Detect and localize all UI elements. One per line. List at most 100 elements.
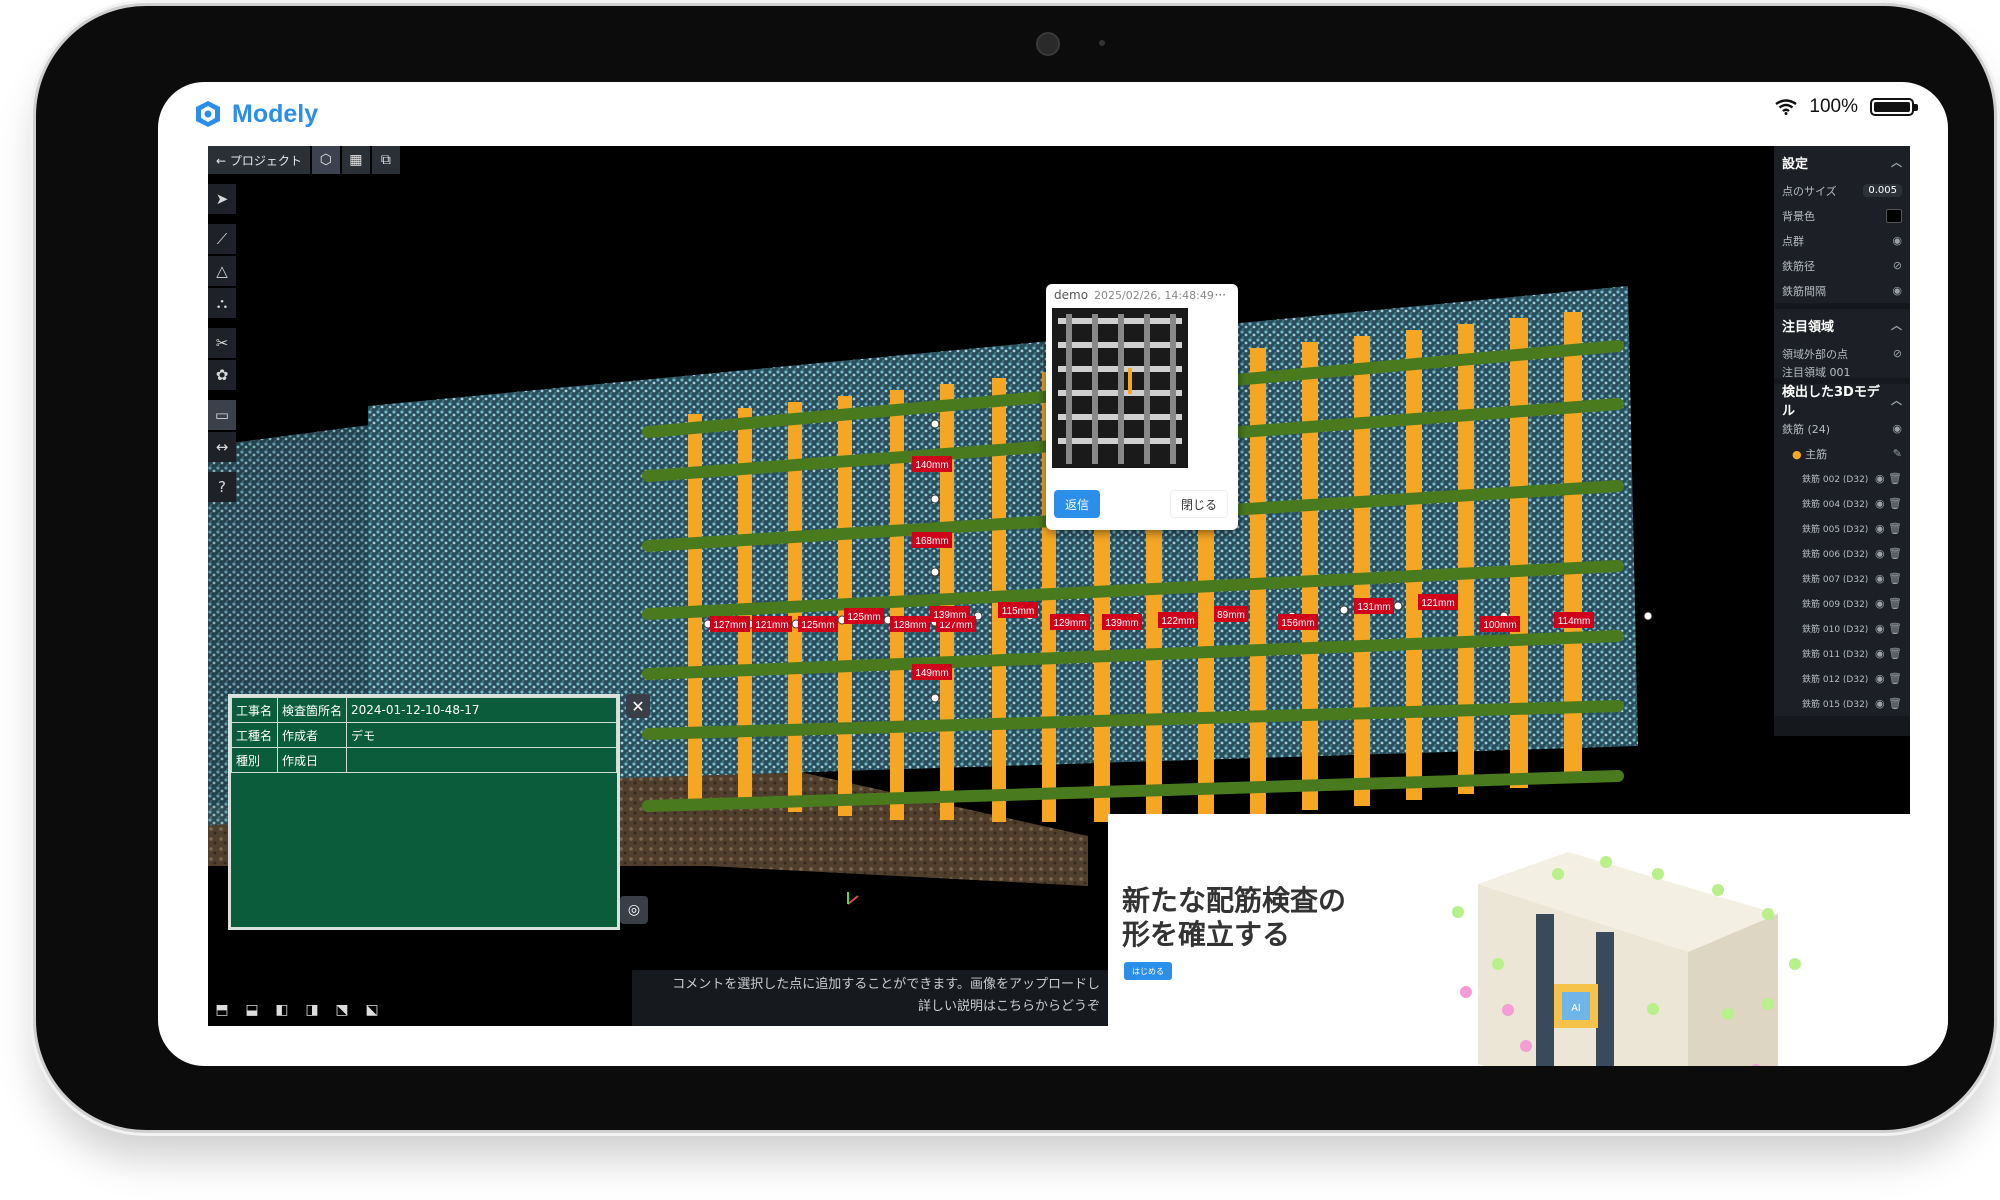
eye-icon[interactable]: ◉ 🗑 bbox=[1875, 522, 1902, 535]
svg-text:140mm: 140mm bbox=[915, 460, 948, 471]
eye-icon[interactable]: ◉ 🗑 bbox=[1875, 622, 1902, 635]
eye-icon[interactable]: ◉ 🗑 bbox=[1875, 472, 1902, 485]
view-right-icon[interactable]: ◨ bbox=[300, 998, 324, 1022]
close-blackboard-button[interactable]: ✕ bbox=[626, 694, 650, 718]
eye-icon[interactable]: ◉ 🗑 bbox=[1875, 597, 1902, 610]
rebar-spacing-row: 鉄筋間隔 ◉ bbox=[1774, 278, 1910, 303]
measure-label-h12: 156mm bbox=[1278, 614, 1318, 630]
collapse-icon[interactable]: ︿ bbox=[1891, 154, 1902, 170]
eye-icon[interactable]: ◉ 🗑 bbox=[1875, 547, 1902, 560]
promo-banner: 新たな配筋検査の 形を確立する はじめる AI bbox=[1108, 814, 1948, 1066]
eye-off-icon[interactable]: ⊘ bbox=[1893, 347, 1902, 360]
measure-label-h2: 125mm bbox=[798, 616, 838, 632]
model-item[interactable]: 鉄筋 004 (D32) ◉ 🗑 bbox=[1774, 491, 1910, 516]
cluster-tool-icon[interactable]: ✿ bbox=[208, 360, 236, 390]
view-left-icon[interactable]: ◧ bbox=[270, 998, 294, 1022]
model-item-label: 鉄筋 002 (D32) bbox=[1802, 475, 1869, 485]
cut-tool-icon[interactable]: ✂ bbox=[208, 328, 236, 358]
model-item[interactable]: 鉄筋 007 (D32) ◉ 🗑 bbox=[1774, 566, 1910, 591]
camera-capture-icon[interactable]: ◎ bbox=[620, 896, 648, 924]
eye-off-icon[interactable]: ⊘ bbox=[1893, 259, 1902, 272]
inspection-blackboard[interactable]: 工事名 検査箇所名 2024-01-12-10-48-17 工種名 作成者 デモ… bbox=[228, 694, 620, 930]
comment-header: demo 2025/02/26, 14:48:49 bbox=[1046, 284, 1238, 306]
eye-icon[interactable]: ◉ 🗑 bbox=[1875, 497, 1902, 510]
point-size-label: 点のサイズ bbox=[1782, 184, 1837, 198]
hint-line-2[interactable]: 詳しい説明はこちらからどうぞ bbox=[644, 996, 1100, 1018]
polygon-tool-icon[interactable]: △ bbox=[208, 256, 236, 286]
view-grid-icon[interactable]: ▦ bbox=[341, 146, 370, 174]
eye-icon[interactable]: ◉ 🗑 bbox=[1875, 672, 1902, 685]
eye-icon[interactable]: ◉ 🗑 bbox=[1875, 647, 1902, 660]
svg-text:128mm: 128mm bbox=[893, 620, 926, 631]
comment-tool-icon[interactable]: ▭ bbox=[208, 400, 236, 430]
node-tool-icon[interactable]: ⛬ bbox=[208, 288, 236, 318]
comment-popup: demo 2025/02/26, 14:48:49 ··· 返信 閉じる bbox=[1046, 284, 1238, 530]
settings-title: 設定 bbox=[1782, 156, 1809, 172]
point-cloud-label: 点群 bbox=[1782, 234, 1804, 248]
model-item[interactable]: 鉄筋 011 (D32) ◉ 🗑 bbox=[1774, 641, 1910, 666]
rebar-group-row[interactable]: 鉄筋 (24) ◉ bbox=[1774, 416, 1910, 441]
model-item-label: 鉄筋 012 (D32) bbox=[1802, 675, 1869, 685]
battery-icon bbox=[1870, 98, 1918, 116]
view-front-icon[interactable]: ⬒ bbox=[210, 998, 234, 1022]
main-rebar-row[interactable]: ● 主筋 ✎ bbox=[1774, 441, 1910, 466]
model-item[interactable]: 鉄筋 015 (D32) ◉ 🗑 bbox=[1774, 691, 1910, 716]
distance-tool-icon[interactable]: ↔ bbox=[208, 432, 236, 462]
comment-image[interactable] bbox=[1052, 308, 1188, 468]
svg-text:139mm: 139mm bbox=[933, 610, 966, 621]
view-layers-icon[interactable]: ⧉ bbox=[371, 146, 400, 174]
reply-button[interactable]: 返信 bbox=[1054, 490, 1100, 518]
point-cloud-row: 点群 ◉ bbox=[1774, 228, 1910, 253]
rebar-diameter-row: 鉄筋径 ⊘ bbox=[1774, 253, 1910, 278]
modely-logo-icon bbox=[196, 101, 220, 127]
eye-icon[interactable]: ◉ bbox=[1892, 234, 1902, 247]
measure-label-h11: 89mm bbox=[1214, 606, 1248, 622]
orange-dot-icon: ● bbox=[1792, 447, 1802, 461]
close-popup-button[interactable]: 閉じる bbox=[1170, 490, 1228, 518]
model-item[interactable]: 鉄筋 010 (D32) ◉ 🗑 bbox=[1774, 616, 1910, 641]
eye-icon[interactable]: ◉ bbox=[1892, 284, 1902, 297]
more-icon[interactable]: ··· bbox=[1215, 288, 1226, 302]
model-item[interactable]: 鉄筋 009 (D32) ◉ 🗑 bbox=[1774, 591, 1910, 616]
view-bottom-icon[interactable]: ⬕ bbox=[360, 998, 384, 1022]
start-button[interactable]: はじめる bbox=[1124, 962, 1172, 980]
app-logo[interactable]: Modely bbox=[192, 98, 318, 130]
roi-header[interactable]: 注目領域 ︿ bbox=[1774, 309, 1910, 341]
collapse-icon[interactable]: ︿ bbox=[1891, 392, 1902, 408]
table-row: 工事名 検査箇所名 2024-01-12-10-48-17 bbox=[231, 697, 617, 723]
svg-text:100mm: 100mm bbox=[1483, 620, 1516, 631]
eye-icon[interactable]: ◉ bbox=[1892, 422, 1902, 435]
select-tool-icon[interactable]: ➤ bbox=[208, 184, 236, 214]
point-size-input[interactable]: 0.005 bbox=[1863, 184, 1902, 197]
model-item-label: 鉄筋 006 (D32) bbox=[1802, 550, 1869, 560]
left-toolbar: ➤ ⟋ △ ⛬ ✂ ✿ ▭ ↔ ? bbox=[208, 184, 236, 502]
model-item[interactable]: 鉄筋 005 (D32) ◉ 🗑 bbox=[1774, 516, 1910, 541]
collapse-icon[interactable]: ︿ bbox=[1891, 317, 1902, 333]
model-item-label: 鉄筋 007 (D32) bbox=[1802, 575, 1869, 585]
settings-header[interactable]: 設定 ︿ bbox=[1774, 146, 1910, 178]
measure-line-icon[interactable]: ⟋ bbox=[208, 224, 236, 254]
help-icon[interactable]: ? bbox=[208, 472, 236, 502]
bottom-toolbar: ⬒ ⬓ ◧ ◨ ⬔ ⬕ bbox=[210, 998, 384, 1022]
measure-label-h8: 129mm bbox=[1050, 614, 1090, 630]
measure-label-h13: 131mm bbox=[1354, 598, 1394, 614]
bg-color-swatch[interactable] bbox=[1886, 208, 1902, 223]
view-back-icon[interactable]: ⬓ bbox=[240, 998, 264, 1022]
edit-icon[interactable]: ✎ bbox=[1893, 447, 1902, 460]
roi-item-row[interactable]: 注目領域 001 bbox=[1774, 366, 1910, 378]
eye-icon[interactable]: ◉ 🗑 bbox=[1875, 572, 1902, 585]
view-top-icon[interactable]: ⬔ bbox=[330, 998, 354, 1022]
models-title: 検出した3Dモデル bbox=[1782, 385, 1880, 419]
model-item[interactable]: 鉄筋 002 (D32) ◉ 🗑 bbox=[1774, 466, 1910, 491]
model-item[interactable]: 鉄筋 006 (D32) ◉ 🗑 bbox=[1774, 541, 1910, 566]
models-section: 検出した3Dモデル ︿ 鉄筋 (24) ◉ ● 主筋 ✎ 鉄筋 002 (D32… bbox=[1774, 384, 1910, 716]
models-header[interactable]: 検出した3Dモデル ︿ bbox=[1774, 384, 1910, 419]
model-item[interactable]: 鉄筋 012 (D32) ◉ 🗑 bbox=[1774, 666, 1910, 691]
bg-color-label: 背景色 bbox=[1782, 209, 1815, 223]
rebar-diameter-label: 鉄筋径 bbox=[1782, 259, 1815, 273]
view-3d-icon[interactable]: ⬡ bbox=[311, 146, 340, 174]
eye-icon[interactable]: ◉ 🗑 bbox=[1875, 697, 1902, 710]
table-row: 工種名 作成者 デモ bbox=[231, 722, 617, 748]
back-to-project-button[interactable]: ← プロジェクト bbox=[208, 146, 310, 174]
right-panel: 設定 ︿ 点のサイズ 0.005 背景色 点群 ◉ 鉄筋径 ⊘ 鉄筋間隔 ◉ 注… bbox=[1774, 146, 1910, 736]
